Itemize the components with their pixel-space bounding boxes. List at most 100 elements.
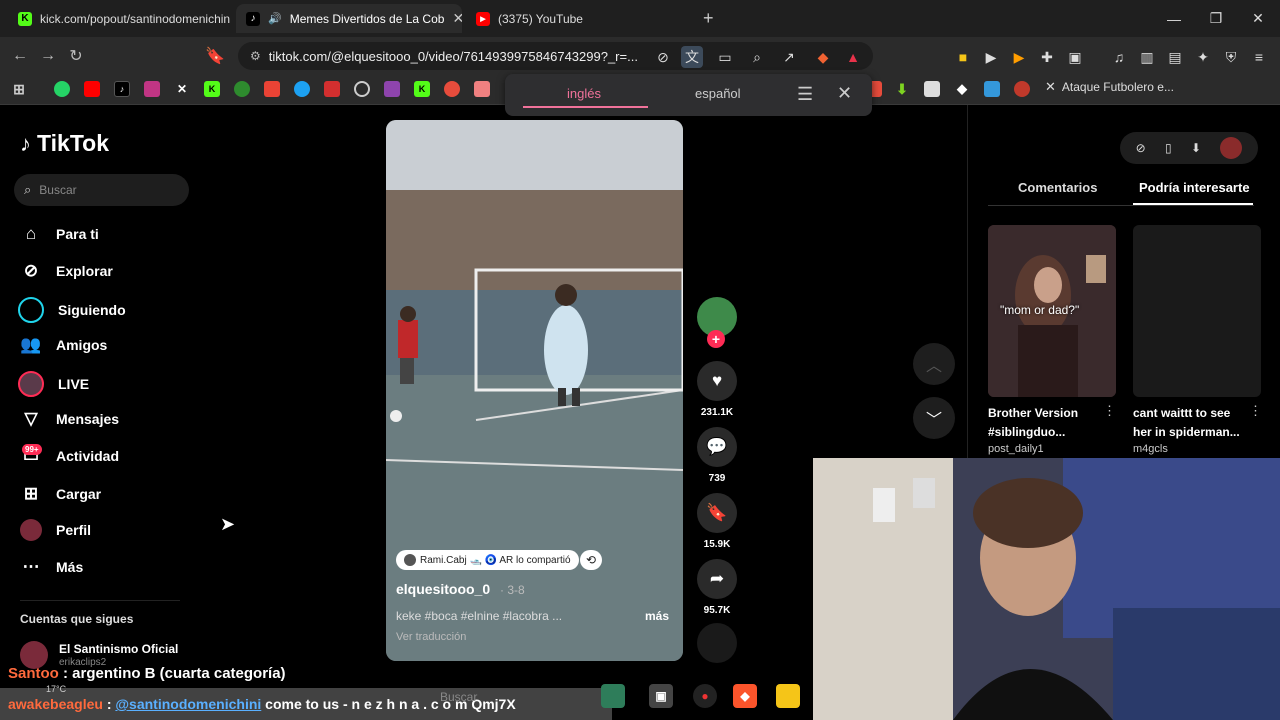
music-disc[interactable] [697, 623, 737, 663]
lang-source-tab[interactable]: inglés [567, 86, 601, 101]
task-view-icon[interactable]: ▣ [649, 684, 673, 708]
media-ext-icon[interactable]: ▶ [1008, 46, 1030, 68]
video-player[interactable] [386, 120, 683, 661]
card-title[interactable]: Brother Version #siblingduo... [988, 404, 1103, 442]
nav-item-para-ti[interactable]: ⌂ Para ti [20, 223, 99, 245]
more-options-icon[interactable]: ⋮ [1103, 403, 1116, 419]
tiktok-bm-icon[interactable]: ♪ [114, 81, 130, 97]
brave-shield-icon[interactable]: ◆ [812, 46, 834, 68]
suggested-video-card[interactable] [1133, 225, 1261, 397]
bm-blue-icon[interactable] [294, 81, 310, 97]
nav-item-mensajes[interactable]: ▽ Mensajes [20, 408, 119, 430]
share-icon[interactable]: ↗ [778, 46, 800, 68]
previous-video-button[interactable]: ︿ [913, 343, 955, 385]
kick-bm-icon[interactable]: K [204, 81, 220, 97]
see-translation-link[interactable]: Ver traducción [396, 631, 466, 643]
menu-icon[interactable]: ☰ [797, 84, 813, 105]
nav-item-live[interactable]: LIVE [18, 371, 89, 397]
avatar[interactable] [1220, 137, 1243, 159]
speaker-icon[interactable]: 🔊 [268, 12, 282, 25]
cast-icon[interactable]: ▭ [714, 46, 736, 68]
stats-icon[interactable] [324, 81, 340, 97]
sidebar-icon[interactable]: ▥ [1136, 46, 1158, 68]
no-media-icon[interactable]: ⊘ [652, 46, 674, 68]
minimize-icon[interactable]: — [1152, 0, 1196, 37]
repost-icon[interactable]: ⟲ [580, 550, 602, 570]
download-icon[interactable]: ⬇ [1191, 141, 1201, 155]
zoom-icon[interactable]: ⌕ [746, 46, 768, 68]
bm-circle-icon[interactable] [1014, 81, 1030, 97]
screenshot-icon[interactable]: ▣ [1064, 46, 1086, 68]
compass-icon[interactable]: ⊘ [1136, 141, 1146, 155]
reload-icon[interactable]: ↻ [64, 45, 88, 67]
video-author[interactable]: elquesitooo_0 [396, 581, 490, 597]
more-options-icon[interactable]: ⋮ [1249, 403, 1262, 419]
search-input[interactable]: ⌕ Buscar [14, 174, 189, 206]
new-tab-button[interactable]: + [703, 8, 714, 29]
forward-icon[interactable]: → [36, 45, 60, 67]
window-close-icon[interactable]: ✕ [1236, 0, 1280, 37]
docs-icon[interactable] [924, 81, 940, 97]
brave-rewards-icon[interactable]: ▲ [842, 46, 864, 68]
sports-icon[interactable] [234, 81, 250, 97]
phone-icon[interactable]: ▯ [1165, 141, 1172, 155]
brave-icon[interactable]: ◆ [733, 684, 757, 708]
nav-item-amigos[interactable]: 👥 Amigos [20, 334, 107, 356]
card-user[interactable]: m4gcls [1133, 443, 1168, 455]
tab-youtube[interactable]: ▶ (3375) YouTube [466, 4, 690, 33]
wallet-icon[interactable]: ▤ [1164, 46, 1186, 68]
taskbar-search[interactable]: Buscar [440, 690, 477, 704]
tab-comments[interactable]: Comentarios [1018, 180, 1097, 195]
music-icon[interactable]: ♫ [1108, 46, 1130, 68]
close-icon[interactable]: ✕ [837, 83, 852, 104]
tab-suggestions[interactable]: Podría interesarte [1139, 180, 1250, 195]
caption-more-button[interactable]: más [645, 609, 669, 623]
bm-download-icon[interactable] [984, 81, 1000, 97]
gmail-icon[interactable] [264, 81, 280, 97]
bookmark-ataque[interactable]: ✕ Ataque Futbolero e... [1045, 79, 1174, 95]
whatsapp-icon[interactable] [54, 81, 70, 97]
card-title[interactable]: cant waittt to see her in spiderman... [1133, 404, 1248, 442]
share-button[interactable]: ➦ [697, 559, 737, 599]
bookmark-icon[interactable]: 🔖 [203, 45, 227, 67]
bm-red-icon[interactable] [444, 81, 460, 97]
restore-icon[interactable]: ❐ [1194, 0, 1238, 37]
menu-icon[interactable]: ≡ [1248, 46, 1270, 68]
wallet-ext-icon[interactable]: ■ [952, 46, 974, 68]
translate-icon[interactable]: 文 [681, 46, 703, 68]
nav-item-siguiendo[interactable]: Siguiendo [18, 297, 126, 323]
nav-item-mas[interactable]: ⋯ Más [20, 556, 84, 578]
obs-icon[interactable]: ● [693, 684, 717, 708]
tab-kick[interactable]: K kick.com/popout/santinodomenichin [8, 4, 230, 33]
back-icon[interactable]: ← [8, 45, 32, 67]
bm-purple-icon[interactable] [384, 81, 400, 97]
apps-icon[interactable]: ⊞ [11, 81, 27, 97]
like-button[interactable]: ♥ [697, 361, 737, 401]
vpn-icon[interactable]: ⛨ [1220, 46, 1242, 68]
tiktok-logo[interactable]: ♪ TikTok [20, 130, 109, 157]
landscape-app-icon[interactable] [601, 684, 625, 708]
tab-tiktok[interactable]: ♪ 🔊 Memes Divertidos de La Cob ✕ [236, 4, 462, 33]
account-name[interactable]: El Santinismo Oficial [59, 642, 178, 656]
nav-item-perfil[interactable]: Perfil [20, 519, 91, 541]
extensions-icon[interactable]: ✚ [1036, 46, 1058, 68]
shared-by-pill[interactable]: Rami.Cabj 🛥️ 🧿 AR lo compartió [396, 550, 579, 570]
file-explorer-icon[interactable] [776, 684, 800, 708]
follow-plus-icon[interactable]: + [707, 330, 725, 348]
card-user[interactable]: post_daily1 [988, 443, 1044, 455]
download-green-icon[interactable]: ⬇ [894, 81, 910, 97]
next-video-button[interactable]: ﹀ [913, 397, 955, 439]
nav-item-cargar[interactable]: ⊞ Cargar [20, 483, 101, 505]
youtube-bm-icon[interactable] [84, 81, 100, 97]
site-info-icon[interactable]: ⚙ [250, 49, 261, 63]
github-icon[interactable] [354, 81, 370, 97]
close-icon[interactable]: ✕ [452, 10, 462, 27]
instagram-icon[interactable] [144, 81, 160, 97]
x-icon[interactable]: ✕ [174, 81, 190, 97]
nav-item-explorar[interactable]: ⊘ Explorar [20, 260, 113, 282]
lang-target-tab[interactable]: español [695, 86, 741, 101]
play-ext-icon[interactable]: ▶ [980, 46, 1002, 68]
save-button[interactable]: 🔖 [697, 493, 737, 533]
comment-button[interactable]: 💬 [697, 427, 737, 467]
bm-pink-icon[interactable] [474, 81, 490, 97]
